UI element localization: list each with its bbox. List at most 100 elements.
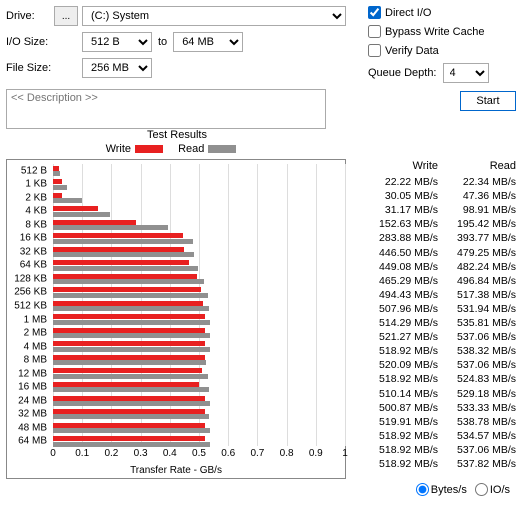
x-tick-label: 0 [50, 448, 56, 459]
bar-read [53, 171, 60, 176]
bar-read [53, 252, 194, 257]
y-tick-label: 16 KB [7, 233, 47, 244]
io-size-to-select[interactable]: 64 MB [173, 32, 243, 52]
direct-io-checkbox[interactable] [368, 6, 381, 19]
queue-depth-select[interactable]: 4 [443, 63, 489, 83]
read-value: 479.25 MB/s [438, 246, 516, 260]
y-tick-label: 1 MB [7, 314, 47, 325]
bar-write [53, 409, 205, 414]
legend-write-swatch [135, 145, 163, 153]
bytes-label: Bytes/s [431, 484, 467, 496]
write-value: 520.09 MB/s [354, 358, 438, 372]
write-value: 521.27 MB/s [354, 330, 438, 344]
legend-write-label: Write [106, 143, 131, 155]
y-tick-label: 64 KB [7, 260, 47, 271]
y-tick-label: 12 MB [7, 368, 47, 379]
bar-read [53, 401, 210, 406]
bypass-checkbox[interactable] [368, 25, 381, 38]
write-value: 446.50 MB/s [354, 246, 438, 260]
bar-write [53, 382, 199, 387]
x-axis-title: Transfer Rate - GB/s [7, 465, 345, 476]
bar-read [53, 374, 208, 379]
bar-read [53, 293, 208, 298]
file-size-label: File Size: [6, 62, 54, 74]
bar-read [53, 239, 193, 244]
x-tick-label: 1 [342, 448, 348, 459]
bar-read [53, 198, 82, 203]
write-value: 31.17 MB/s [354, 203, 438, 217]
y-tick-label: 128 KB [7, 273, 47, 284]
read-value: 529.18 MB/s [438, 387, 516, 401]
bar-write [53, 206, 98, 211]
write-value: 514.29 MB/s [354, 316, 438, 330]
bar-read [53, 347, 210, 352]
bytes-radio[interactable] [416, 483, 429, 496]
read-value: 535.81 MB/s [438, 316, 516, 330]
y-tick-label: 512 KB [7, 301, 47, 312]
bar-read [53, 387, 209, 392]
data-columns: Write 22.22 MB/s30.05 MB/s31.17 MB/s152.… [354, 159, 516, 479]
read-value: 537.06 MB/s [438, 358, 516, 372]
x-tick-label: 0.3 [134, 448, 148, 459]
bar-write [53, 341, 205, 346]
col-write-header: Write [354, 159, 438, 173]
y-tick-label: 32 MB [7, 409, 47, 420]
unit-radio-group: Bytes/s IO/s [6, 483, 516, 496]
read-value: 195.42 MB/s [438, 217, 516, 231]
plot-area [53, 164, 341, 446]
start-button[interactable]: Start [460, 91, 516, 111]
write-value: 30.05 MB/s [354, 189, 438, 203]
write-value: 22.22 MB/s [354, 175, 438, 189]
bar-read [53, 306, 209, 311]
file-size-select[interactable]: 256 MB [82, 58, 152, 78]
write-value: 507.96 MB/s [354, 302, 438, 316]
bar-read [53, 320, 210, 325]
x-tick-label: 0.7 [250, 448, 264, 459]
bar-read [53, 428, 210, 433]
bar-write [53, 314, 205, 319]
ios-radio[interactable] [475, 483, 488, 496]
queue-depth-label: Queue Depth: [368, 67, 437, 79]
read-value: 533.33 MB/s [438, 401, 516, 415]
bar-write [53, 166, 59, 171]
y-tick-label: 24 MB [7, 395, 47, 406]
y-tick-label: 32 KB [7, 246, 47, 257]
bar-write [53, 247, 184, 252]
col-read-header: Read [438, 159, 516, 173]
read-value: 524.83 MB/s [438, 372, 516, 386]
write-value: 500.87 MB/s [354, 401, 438, 415]
io-size-label: I/O Size: [6, 36, 54, 48]
bar-read [53, 225, 168, 230]
bar-read [53, 442, 210, 447]
write-value: 449.08 MB/s [354, 260, 438, 274]
bar-read [53, 360, 206, 365]
read-value: 534.57 MB/s [438, 429, 516, 443]
chart-legend: Write Read [6, 143, 348, 155]
drive-select[interactable]: (C:) System [82, 6, 346, 26]
read-value: 47.36 MB/s [438, 189, 516, 203]
write-value: 152.63 MB/s [354, 217, 438, 231]
write-value: 510.14 MB/s [354, 387, 438, 401]
io-size-from-select[interactable]: 512 B [82, 32, 152, 52]
verify-checkbox[interactable] [368, 44, 381, 57]
bar-write [53, 193, 62, 198]
bar-read [53, 279, 204, 284]
bar-write [53, 368, 202, 373]
write-value: 465.29 MB/s [354, 274, 438, 288]
legend-read-label: Read [178, 143, 204, 155]
description-textarea[interactable] [6, 89, 326, 129]
bar-write [53, 436, 205, 441]
drive-browse-button[interactable]: ... [54, 6, 78, 26]
x-tick-label: 0.5 [192, 448, 206, 459]
read-value: 537.06 MB/s [438, 330, 516, 344]
bar-read [53, 212, 110, 217]
direct-io-label: Direct I/O [385, 7, 431, 19]
bar-write [53, 423, 205, 428]
y-tick-label: 256 KB [7, 287, 47, 298]
bar-write [53, 233, 183, 238]
y-tick-label: 4 KB [7, 206, 47, 217]
bar-write [53, 396, 205, 401]
read-value: 393.77 MB/s [438, 231, 516, 245]
write-value: 494.43 MB/s [354, 288, 438, 302]
x-tick-label: 0.8 [280, 448, 294, 459]
